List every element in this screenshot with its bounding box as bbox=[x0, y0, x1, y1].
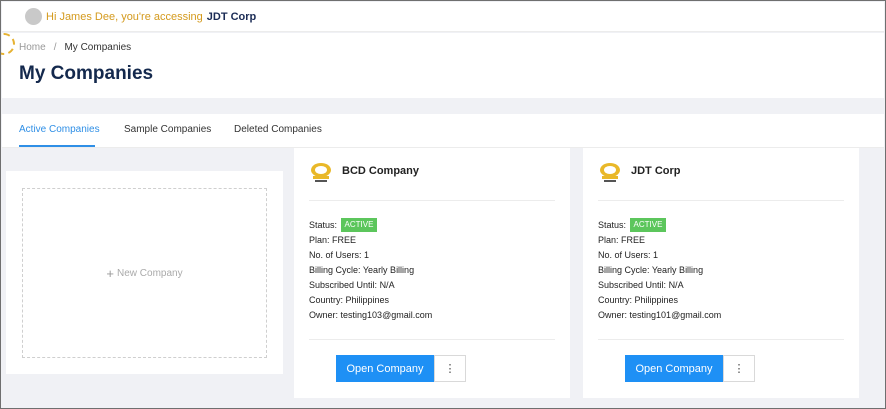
company-card: JDT Corp Status: ACTIVE Plan: FREE No. o… bbox=[583, 148, 859, 398]
avatar[interactable] bbox=[25, 8, 42, 25]
company-tabs: Active Companies Sample Companies Delete… bbox=[2, 114, 884, 148]
breadcrumb: Home / My Companies bbox=[19, 42, 131, 53]
plus-icon: + bbox=[106, 265, 114, 281]
plan-value: FREE bbox=[621, 235, 646, 245]
status-badge: ACTIVE bbox=[340, 218, 378, 232]
breadcrumb-current: My Companies bbox=[64, 42, 132, 53]
breadcrumb-separator: / bbox=[53, 42, 57, 53]
users-value: 1 bbox=[364, 250, 370, 260]
subscribed-label: Subscribed Until: bbox=[598, 280, 667, 290]
plan-label: Plan: bbox=[598, 235, 619, 245]
divider bbox=[598, 200, 844, 201]
more-options-button[interactable]: ⋮ bbox=[723, 355, 755, 382]
users-label: No. of Users: bbox=[598, 250, 651, 260]
open-company-button[interactable]: Open Company bbox=[336, 355, 434, 382]
new-company-label: New Company bbox=[117, 267, 183, 279]
country-value: Philippines bbox=[634, 295, 679, 305]
billing-value: Yearly Billing bbox=[651, 265, 704, 275]
country-label: Country: bbox=[309, 295, 344, 305]
company-logo-icon bbox=[311, 163, 331, 182]
tab-active-companies[interactable]: Active Companies bbox=[19, 124, 100, 135]
divider bbox=[309, 339, 555, 340]
new-company-card: + New Company bbox=[6, 171, 283, 374]
company-logo-icon bbox=[600, 163, 620, 182]
country-value: Philippines bbox=[345, 295, 390, 305]
company-details: Status: ACTIVE Plan: FREE No. of Users: … bbox=[598, 218, 721, 323]
company-name: BCD Company bbox=[342, 165, 420, 177]
greeting-text: Hi James Dee, you're accessing bbox=[46, 10, 203, 23]
plan-label: Plan: bbox=[309, 235, 330, 245]
active-tab-indicator bbox=[19, 145, 95, 147]
company-name: JDT Corp bbox=[631, 165, 681, 177]
open-company-button[interactable]: Open Company bbox=[625, 355, 723, 382]
top-bar: Hi James Dee, you're accessing JDT Corp bbox=[2, 2, 884, 32]
page-title: My Companies bbox=[19, 63, 154, 84]
billing-label: Billing Cycle: bbox=[309, 265, 361, 275]
subscribed-label: Subscribed Until: bbox=[309, 280, 378, 290]
status-label: Status: bbox=[598, 220, 627, 230]
company-details: Status: ACTIVE Plan: FREE No. of Users: … bbox=[309, 218, 432, 323]
tab-deleted-companies[interactable]: Deleted Companies bbox=[234, 124, 322, 135]
subscribed-value: N/A bbox=[668, 280, 684, 290]
subscribed-value: N/A bbox=[379, 280, 395, 290]
more-options-button[interactable]: ⋮ bbox=[434, 355, 466, 382]
status-badge: ACTIVE bbox=[629, 218, 667, 232]
loading-spinner-icon bbox=[1, 33, 15, 55]
new-company-button[interactable]: + New Company bbox=[22, 188, 267, 358]
owner-label: Owner: bbox=[598, 310, 628, 320]
divider bbox=[598, 339, 844, 340]
owner-value: testing101@gmail.com bbox=[629, 310, 722, 320]
plan-value: FREE bbox=[332, 235, 357, 245]
users-label: No. of Users: bbox=[309, 250, 362, 260]
billing-label: Billing Cycle: bbox=[598, 265, 650, 275]
tab-sample-companies[interactable]: Sample Companies bbox=[124, 124, 211, 135]
current-company-name: JDT Corp bbox=[206, 10, 257, 23]
app-frame: Hi James Dee, you're accessing JDT Corp … bbox=[0, 0, 886, 409]
owner-label: Owner: bbox=[309, 310, 339, 320]
owner-value: testing103@gmail.com bbox=[340, 310, 433, 320]
users-value: 1 bbox=[653, 250, 659, 260]
country-label: Country: bbox=[598, 295, 633, 305]
status-label: Status: bbox=[309, 220, 338, 230]
company-card: BCD Company Status: ACTIVE Plan: FREE No… bbox=[294, 148, 570, 398]
page-header: Home / My Companies My Companies bbox=[1, 33, 884, 98]
breadcrumb-home-link[interactable]: Home bbox=[19, 42, 46, 53]
billing-value: Yearly Billing bbox=[362, 265, 415, 275]
divider bbox=[309, 200, 555, 201]
